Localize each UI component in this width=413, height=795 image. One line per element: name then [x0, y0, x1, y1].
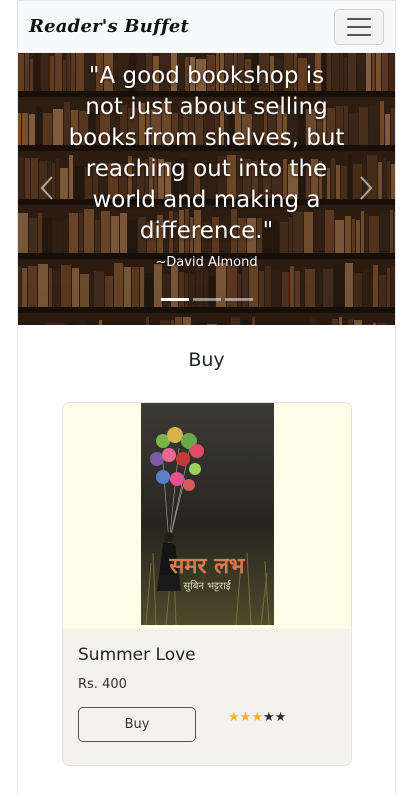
- card-actions: Buy ★★★★★: [78, 707, 336, 742]
- book-cover-area: समर लभ सुबिन भट्टराई: [63, 403, 351, 629]
- chevron-left-icon: [40, 176, 53, 200]
- carousel-indicator[interactable]: [160, 298, 189, 301]
- carousel-next-button[interactable]: [351, 173, 381, 203]
- book-price: Rs. 400: [78, 677, 127, 692]
- hamburger-menu-icon: [347, 17, 371, 20]
- book-card-body: Summer Love Rs. 400 Buy ★★★★★: [63, 629, 351, 756]
- star-rating: ★★★★★: [228, 710, 286, 725]
- star-filled-icon: ★: [228, 710, 240, 725]
- navbar-toggler-button[interactable]: [334, 8, 384, 45]
- quote-carousel: "A good bookshop is not just about selli…: [18, 53, 395, 325]
- cover-title-text: समर लभ: [168, 554, 246, 579]
- carousel-prev-button[interactable]: [32, 173, 62, 203]
- carousel-indicators: [18, 298, 395, 301]
- carousel-indicator[interactable]: [224, 298, 253, 301]
- brand-logo[interactable]: Reader's Buffet: [29, 16, 189, 37]
- carousel-author: ~David Almond: [155, 255, 258, 270]
- navbar: Reader's Buffet: [18, 1, 395, 53]
- buy-button[interactable]: Buy: [78, 707, 196, 742]
- star-empty-icon: ★: [274, 710, 287, 725]
- cover-author-text: सुबिन भट्टराई: [183, 580, 231, 592]
- book-title: Summer Love: [78, 645, 196, 665]
- star-filled-icon: ★: [251, 710, 263, 725]
- page: Reader's Buffet "A good bookshop is not …: [17, 0, 396, 795]
- section-title: Buy: [188, 349, 225, 371]
- chevron-right-icon: [360, 176, 373, 200]
- carousel-quote: "A good bookshop is not just about selli…: [68, 63, 345, 244]
- star-filled-icon: ★: [239, 710, 252, 725]
- carousel-indicator[interactable]: [192, 298, 221, 301]
- book-card: समर लभ सुबिन भट्टराई Summer Love Rs. 400…: [62, 402, 352, 766]
- star-empty-icon: ★: [262, 710, 275, 725]
- book-cover-image[interactable]: समर लभ सुबिन भट्टराई: [140, 403, 274, 625]
